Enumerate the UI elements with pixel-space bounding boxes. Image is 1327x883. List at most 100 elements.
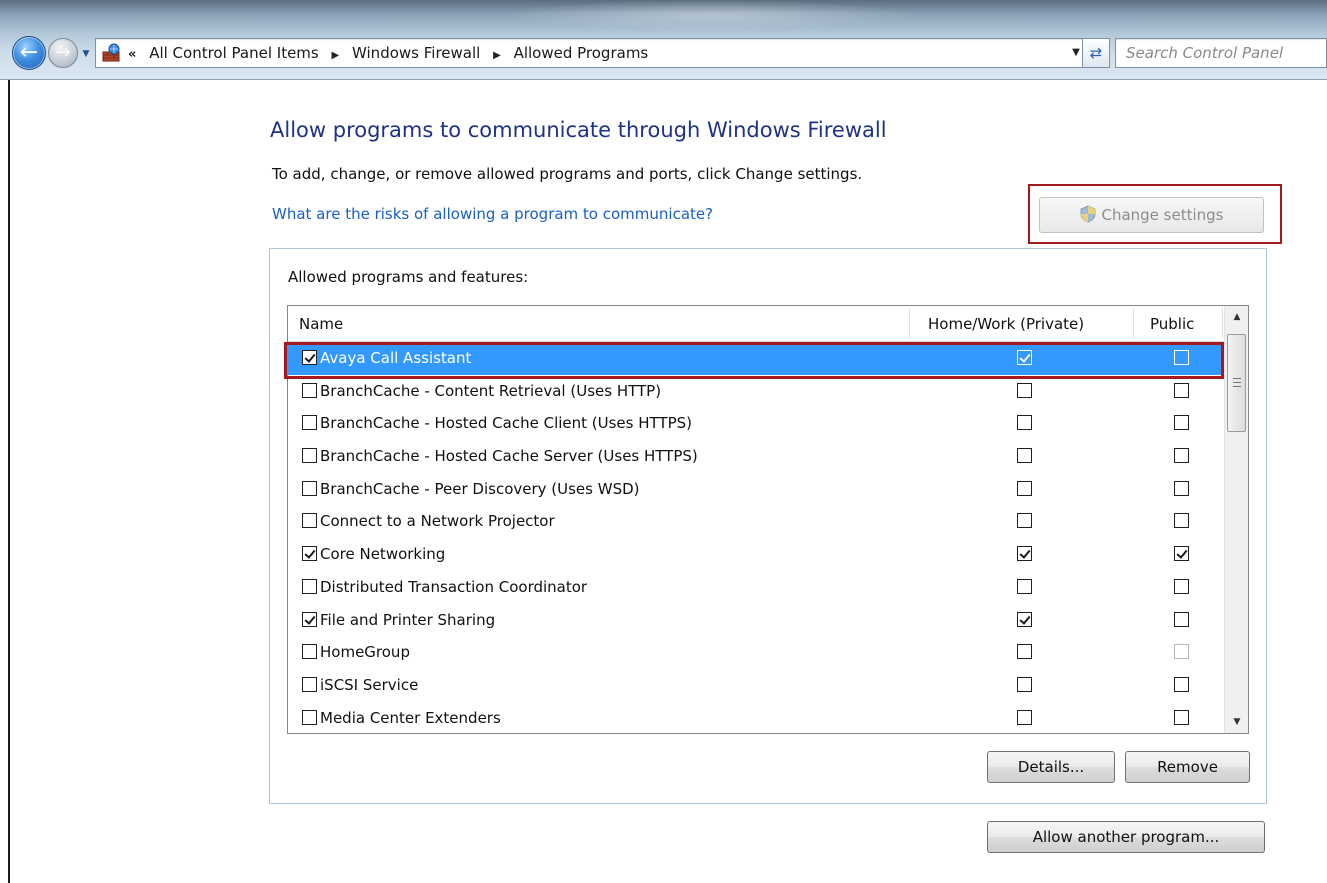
program-enabled-checkbox[interactable]	[302, 382, 317, 398]
program-row[interactable]: BranchCache - Hosted Cache Client (Uses …	[288, 407, 1224, 440]
program-name-cell: Distributed Transaction Coordinator	[302, 571, 587, 603]
breadcrumb-separator-icon[interactable]: ▶	[332, 50, 340, 61]
program-name-label: HomeGroup	[320, 643, 410, 662]
public-network-checkbox[interactable]	[1174, 578, 1189, 594]
scrollbar-thumb[interactable]	[1227, 334, 1246, 432]
column-header-name[interactable]: Name	[299, 306, 343, 342]
public-network-checkbox[interactable]	[1174, 644, 1189, 660]
breadcrumb-all-control-panel-items[interactable]: All Control Panel Items	[149, 44, 319, 62]
page-title: Allow programs to communicate through Wi…	[270, 118, 887, 142]
private-network-checkbox[interactable]	[1017, 578, 1032, 594]
program-enabled-checkbox[interactable]	[302, 448, 317, 464]
public-network-checkbox[interactable]	[1174, 415, 1189, 431]
private-network-checkbox[interactable]	[1017, 415, 1032, 431]
public-network-checkbox[interactable]	[1174, 676, 1189, 692]
program-row[interactable]: Distributed Transaction Coordinator	[288, 571, 1224, 604]
list-scrollbar[interactable]: ▲ ▼	[1224, 306, 1248, 733]
allow-another-program-button[interactable]: Allow another program...	[987, 821, 1265, 853]
program-name-label: BranchCache - Hosted Cache Server (Uses …	[320, 447, 698, 466]
public-network-checkbox[interactable]	[1174, 448, 1189, 464]
allowed-programs-label: Allowed programs and features:	[288, 268, 529, 286]
breadcrumb-overflow-icon[interactable]: «	[128, 47, 136, 62]
column-divider[interactable]	[1133, 308, 1134, 338]
uac-shield-icon	[1081, 205, 1096, 223]
program-enabled-checkbox[interactable]	[302, 546, 317, 562]
public-network-checkbox[interactable]	[1174, 513, 1189, 529]
details-button[interactable]: Details...	[987, 751, 1115, 783]
program-row[interactable]: BranchCache - Hosted Cache Server (Uses …	[288, 440, 1224, 473]
scrollbar-grip-icon	[1233, 378, 1241, 387]
scroll-down-arrow-icon[interactable]: ▼	[1225, 711, 1248, 733]
program-name-cell: BranchCache - Hosted Cache Server (Uses …	[302, 440, 698, 472]
program-enabled-checkbox[interactable]	[302, 415, 317, 431]
breadcrumb-separator-icon[interactable]: ▶	[493, 50, 501, 61]
column-header-private[interactable]: Home/Work (Private)	[928, 306, 1084, 342]
program-name-cell: BranchCache - Peer Discovery (Uses WSD)	[302, 473, 640, 505]
breadcrumb: « All Control Panel Items ▶ Windows Fire…	[128, 39, 648, 67]
public-network-checkbox[interactable]	[1174, 546, 1189, 562]
recent-pages-chevron-icon[interactable]: ▼	[80, 48, 92, 60]
public-network-checkbox[interactable]	[1174, 480, 1189, 496]
program-row[interactable]: Connect to a Network Projector	[288, 505, 1224, 538]
program-enabled-checkbox[interactable]	[302, 611, 317, 627]
program-name-label: BranchCache - Peer Discovery (Uses WSD)	[320, 479, 640, 498]
private-network-checkbox[interactable]	[1017, 448, 1032, 464]
selected-row-annotation-box	[284, 342, 1224, 379]
change-settings-label: Change settings	[1101, 206, 1224, 224]
private-network-checkbox[interactable]	[1017, 611, 1032, 627]
column-divider[interactable]	[1222, 308, 1223, 338]
forward-arrow-icon[interactable]: →	[48, 38, 78, 68]
private-network-checkbox[interactable]	[1017, 644, 1032, 660]
program-row[interactable]: iSCSI Service	[288, 669, 1224, 702]
private-network-checkbox[interactable]	[1017, 709, 1032, 725]
program-enabled-checkbox[interactable]	[302, 676, 317, 692]
program-name-cell: BranchCache - Content Retrieval (Uses HT…	[302, 375, 661, 407]
column-header-public[interactable]: Public	[1150, 306, 1194, 342]
private-network-checkbox[interactable]	[1017, 480, 1032, 496]
public-network-checkbox[interactable]	[1174, 382, 1189, 398]
program-name-label: BranchCache - Content Retrieval (Uses HT…	[320, 381, 662, 400]
program-name-cell: BranchCache - Hosted Cache Client (Uses …	[302, 407, 692, 439]
program-row[interactable]: Media Center Extenders	[288, 702, 1224, 733]
private-network-checkbox[interactable]	[1017, 676, 1032, 692]
program-row[interactable]: BranchCache - Peer Discovery (Uses WSD)	[288, 473, 1224, 506]
control-panel-firewall-icon	[102, 43, 120, 62]
program-enabled-checkbox[interactable]	[302, 513, 317, 529]
program-name-cell: Connect to a Network Projector	[302, 505, 555, 537]
program-rows: Avaya Call Assistant BranchCache - Conten…	[288, 342, 1224, 733]
program-enabled-checkbox[interactable]	[302, 578, 317, 594]
breadcrumb-windows-firewall[interactable]: Windows Firewall	[352, 44, 480, 62]
private-network-checkbox[interactable]	[1017, 382, 1032, 398]
window-left-border	[0, 80, 10, 883]
program-enabled-checkbox[interactable]	[302, 480, 317, 496]
program-enabled-checkbox[interactable]	[302, 709, 317, 725]
program-name-label: Media Center Extenders	[320, 708, 501, 727]
page-description: To add, change, or remove allowed progra…	[272, 165, 863, 183]
scroll-up-arrow-icon[interactable]: ▲	[1225, 306, 1248, 328]
remove-button[interactable]: Remove	[1125, 751, 1250, 783]
public-network-checkbox[interactable]	[1174, 611, 1189, 627]
program-name-cell: HomeGroup	[302, 636, 410, 668]
window-titlebar: ← → ▼ « All Control Panel Items ▶ Window…	[0, 0, 1327, 80]
column-divider[interactable]	[909, 308, 910, 338]
program-name-label: Core Networking	[320, 545, 446, 564]
program-row[interactable]: Core Networking	[288, 538, 1224, 571]
change-settings-button[interactable]: Change settings	[1039, 197, 1264, 233]
titlebar-glow	[500, 0, 920, 30]
breadcrumb-allowed-programs[interactable]: Allowed Programs	[514, 44, 649, 62]
refresh-icon[interactable]: ⇄	[1082, 38, 1110, 68]
program-row[interactable]: BranchCache - Content Retrieval (Uses HT…	[288, 375, 1224, 408]
program-row[interactable]: File and Printer Sharing	[288, 604, 1224, 637]
program-enabled-checkbox[interactable]	[302, 644, 317, 660]
risks-help-link[interactable]: What are the risks of allowing a program…	[272, 205, 713, 223]
program-name-label: BranchCache - Hosted Cache Client (Uses …	[320, 414, 693, 433]
private-network-checkbox[interactable]	[1017, 513, 1032, 529]
private-network-checkbox[interactable]	[1017, 546, 1032, 562]
program-name-cell: iSCSI Service	[302, 669, 418, 701]
public-network-checkbox[interactable]	[1174, 709, 1189, 725]
search-input[interactable]: Search Control Panel	[1115, 38, 1327, 68]
address-bar[interactable]: « All Control Panel Items ▶ Windows Fire…	[95, 38, 1109, 68]
program-name-label: File and Printer Sharing	[320, 610, 496, 629]
program-row[interactable]: HomeGroup	[288, 636, 1224, 669]
back-arrow-icon[interactable]: ←	[12, 36, 46, 70]
